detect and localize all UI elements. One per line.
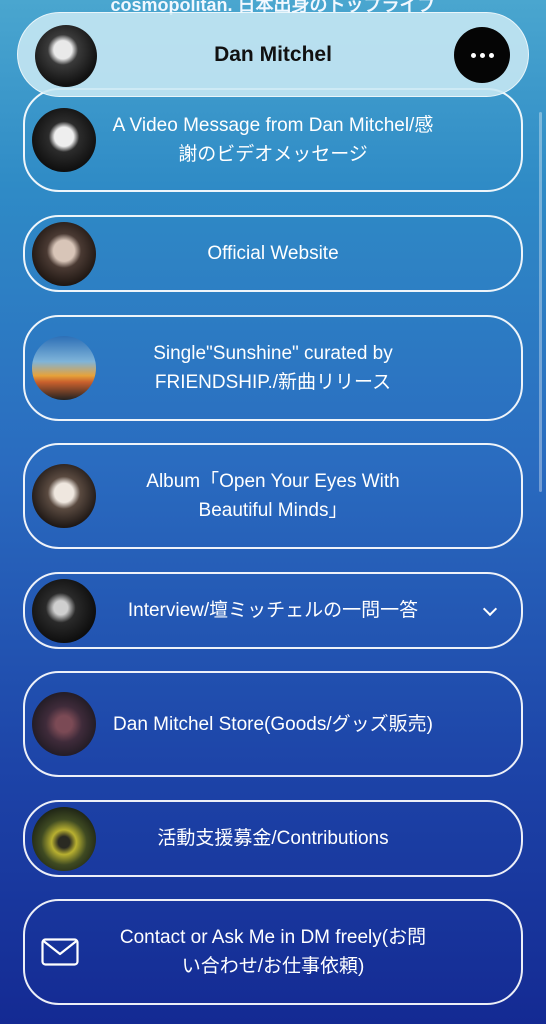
contributions-thumbnail-icon [32,806,96,871]
link-store[interactable]: Dan Mitchel Store(Goods/グッズ販売) [23,671,523,777]
link-label: 活動支援募金/Contributions [157,828,389,849]
link-album[interactable]: Album「Open Your Eyes With Beautiful Mind… [23,443,523,549]
link-label: Single"Sunshine" curated by FRIENDSHIP./… [153,343,393,393]
dot-icon [479,52,485,58]
link-video-message[interactable]: A Video Message from Dan Mitchel/感謝のビデオメ… [23,88,523,192]
link-label: Official Website [207,243,339,264]
link-label: Contact or Ask Me in DM freely(お問い合わせ/お仕… [119,927,427,977]
mail-icon [41,938,79,966]
link-label: Album「Open Your Eyes With Beautiful Mind… [146,471,400,521]
interview-thumbnail-icon [32,578,96,643]
more-options-button[interactable] [454,27,510,83]
link-official-website[interactable]: Official Website [23,215,523,292]
scrollbar[interactable] [539,112,542,492]
page-title: Dan Mitchel [214,42,332,66]
website-thumbnail-icon [32,221,96,286]
link-interview[interactable]: Interview/壇ミッチェルの一問一答 [23,572,523,649]
link-contact[interactable]: Contact or Ask Me in DM freely(お問い合わせ/お仕… [23,899,523,1005]
album-cover-thumbnail-icon [32,464,96,528]
link-label: A Video Message from Dan Mitchel/感謝のビデオメ… [112,115,434,165]
link-label: Interview/壇ミッチェルの一問一答 [127,600,419,621]
single-cover-thumbnail-icon [32,336,96,400]
link-label: Dan Mitchel Store(Goods/グッズ販売) [113,713,433,735]
link-single-sunshine[interactable]: Single"Sunshine" curated by FRIENDSHIP./… [23,315,523,421]
video-thumbnail-icon [32,108,96,172]
store-thumbnail-icon [32,692,96,756]
link-contributions[interactable]: 活動支援募金/Contributions [23,800,523,877]
dot-icon [470,52,476,58]
chevron-down-icon[interactable] [482,601,498,616]
dot-icon [488,52,494,58]
profile-header: Dan Mitchel [17,12,529,97]
avatar[interactable] [35,25,97,87]
